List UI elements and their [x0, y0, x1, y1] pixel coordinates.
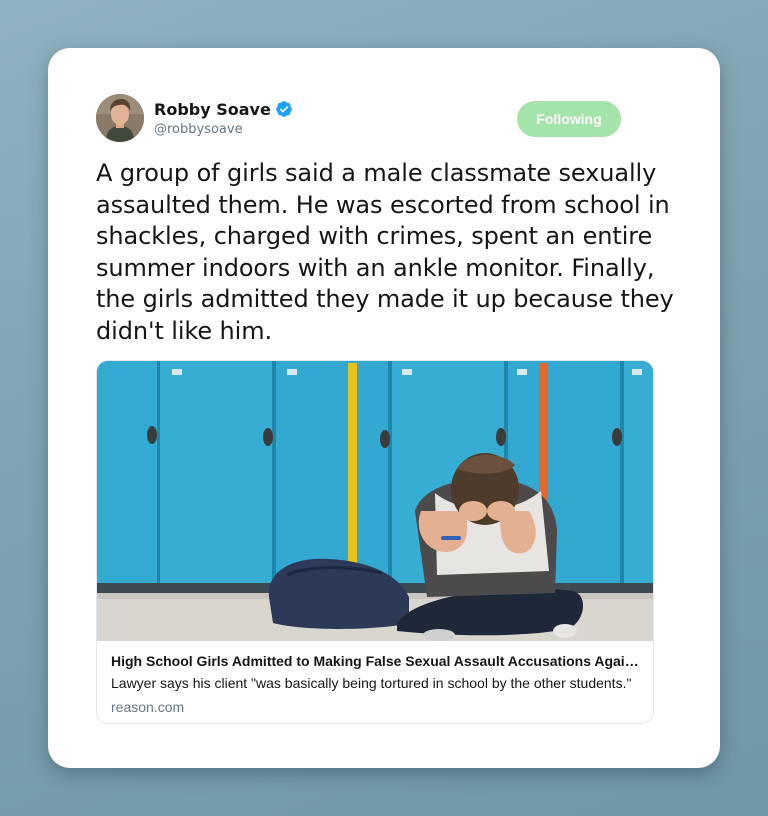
link-title[interactable]: High School Girls Admitted to Making Fal…	[111, 651, 641, 671]
verified-badge-icon	[275, 100, 293, 118]
tweet-text: A group of girls said a male classmate s…	[96, 159, 674, 345]
name-row: Robby Soave	[154, 98, 293, 120]
author-display-name[interactable]: Robby Soave	[154, 100, 271, 119]
following-button[interactable]: Following	[517, 101, 621, 137]
tweet-card: Robby Soave @robbysoave Following A grou…	[48, 48, 720, 768]
link-preview-image	[97, 361, 653, 641]
link-domain: reason.com	[111, 699, 185, 715]
avatar-portrait-icon	[96, 94, 144, 142]
link-description: Lawyer says his client "was basically be…	[111, 675, 632, 691]
author-handle[interactable]: @robbysoave	[154, 122, 293, 137]
author-avatar[interactable]	[96, 94, 144, 142]
link-preview-meta: High School Girls Admitted to Making Fal…	[111, 651, 641, 717]
author-block: Robby Soave @robbysoave	[154, 98, 293, 137]
link-preview-card[interactable]: High School Girls Admitted to Making Fal…	[96, 360, 654, 724]
